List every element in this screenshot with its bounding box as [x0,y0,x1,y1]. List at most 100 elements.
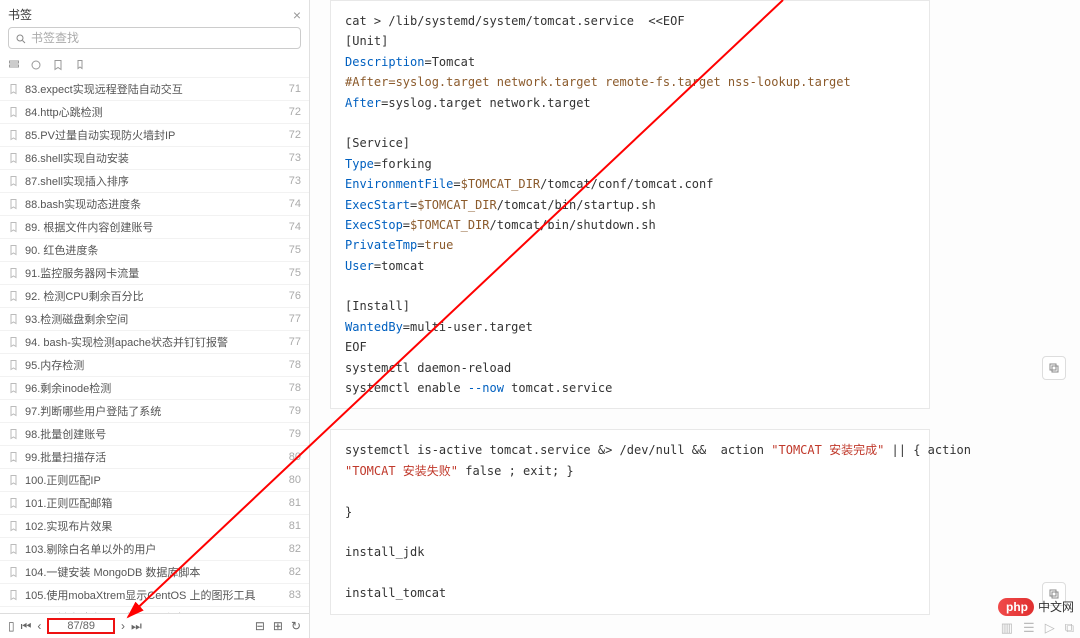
bookmark-icon [8,244,20,256]
bookmark-page: 77 [283,336,301,348]
bookmark-item[interactable]: 102.实现布片效果81 [0,514,309,537]
bookmark-item[interactable]: 94. bash-实现检测apache状态并钉钉报警 77 [0,330,309,353]
bookmark-label: 100.正则匹配IP [25,472,101,488]
bookmark-page: 71 [283,83,301,95]
bookmark-icon [8,566,20,578]
bookmark-item[interactable]: 86.shell实现自动安装73 [0,146,309,169]
bookmark-item[interactable]: 98.批量创建账号79 [0,422,309,445]
code-block-action: systemctl is-active tomcat.service &> /d… [330,429,930,614]
bookmark-label: 89. 根据文件内容创建账号 [25,219,153,235]
bookmark-icon [8,428,20,440]
bottom-icon-bar: ▥ ☰ ▷ ⧉ [312,620,1074,636]
bookmark-page: 82 [283,566,301,578]
bookmark-label: 87.shell实现插入排序 [25,173,129,189]
bookmark-item[interactable]: 83.expect实现远程登陆自动交互 71 [0,77,309,100]
thumbnail-view-icon[interactable]: ▥ [1001,620,1013,636]
bookmark-page: 79 [283,405,301,417]
next-slide-icon[interactable]: ▷ [1045,620,1055,636]
bookmark-item[interactable]: 88.bash实现动态进度条74 [0,192,309,215]
bookmark-item[interactable]: 100.正则匹配IP80 [0,468,309,491]
bookmark-item[interactable]: 99.批量扫描存活80 [0,445,309,468]
bookmark-label: 103.剔除白名单以外的用户 [25,541,156,557]
share-icon[interactable]: ⧉ [1065,620,1074,636]
bookmark-label: 85.PV过量自动实现防火墙封IP [25,127,175,143]
bookmark-icon [8,359,20,371]
search-icon [15,31,27,45]
bookmark-item[interactable]: 92. 检测CPU剩余百分比 76 [0,284,309,307]
bookmark-item[interactable]: 85.PV过量自动实现防火墙封IP 72 [0,123,309,146]
bookmark-item[interactable]: 97.判断哪些用户登陆了系统79 [0,399,309,422]
zoom-in-icon[interactable]: ⊞ [273,619,283,633]
bookmark-item[interactable]: 103.剔除白名单以外的用户82 [0,537,309,560]
bookmark-icon [8,83,20,95]
bookmark-item[interactable]: 87.shell实现插入排序 73 [0,169,309,192]
bookmark-icon [8,520,20,532]
rotate-icon[interactable]: ↻ [291,619,301,633]
bookmark-icon [8,543,20,555]
sidebar-title: 书签 [8,6,293,23]
bookmark-page: 81 [283,497,301,509]
bookmark-item[interactable]: 91.监控服务器网卡流量75 [0,261,309,284]
bookmarks-sidebar: 书签 × 83.expect实现远程登陆自动交互7184.http心跳检测728… [0,0,310,638]
bookmark-page: 77 [283,313,301,325]
bookmark-outline-icon[interactable] [52,57,64,71]
bookmark-label: 94. bash-实现检测apache状态并钉钉报警 [25,334,228,350]
next-page-icon[interactable]: › [121,619,125,633]
bookmark-label: 83.expect实现远程登陆自动交互 [25,81,183,97]
search-input[interactable] [31,31,294,45]
bookmark-item[interactable]: 84.http心跳检测 72 [0,100,309,123]
bookmark-item[interactable]: 104.一键安装 MongoDB 数据库脚本82 [0,560,309,583]
bookmark-item[interactable]: 96.剩余inode检测 78 [0,376,309,399]
bookmark-icon [8,129,20,141]
bookmark-label: 91.监控服务器网卡流量 [25,265,139,281]
bookmark-item[interactable]: 105.使用mobaXtrem显示CentOS 上的图形工具83 [0,583,309,606]
close-icon[interactable]: × [293,7,301,23]
bookmark-page: 76 [283,290,301,302]
bookmark-label: 90. 红色进度条 [25,242,98,258]
bookmark-icon [8,221,20,233]
bookmarks-list[interactable]: 83.expect实现远程登陆自动交互7184.http心跳检测7285.PV过… [0,77,309,613]
zoom-out-icon[interactable]: ⊟ [255,619,265,633]
bookmark-page: 72 [283,106,301,118]
bookmark-label: 101.正则匹配邮箱 [25,495,112,511]
bookmark-item[interactable]: 89. 根据文件内容创建账号74 [0,215,309,238]
bookmark-label: 98.批量创建账号 [25,426,106,442]
bookmark-label: 86.shell实现自动安装 [25,150,129,166]
bookmark-page: 78 [283,382,301,394]
bookmark-item[interactable]: 106.一键申请多个证书 shell 脚本83 [0,606,309,613]
page-indicator[interactable]: 87/89 [47,618,115,634]
bookmark-page: 74 [283,198,301,210]
bookmark-page: 72 [283,129,301,141]
bookmark-icon [8,497,20,509]
last-page-icon[interactable]: ⏭ [131,619,142,634]
search-box[interactable] [8,27,301,49]
collapse-all-icon[interactable] [30,57,42,71]
bookmark-label: 93.检测磁盘剩余空间 [25,311,128,327]
expand-all-icon[interactable] [8,57,20,71]
sidebar-collapse-icon[interactable]: ▯ [8,619,15,633]
prev-page-icon[interactable]: ‹ [37,619,41,633]
bookmark-label: 99.批量扫描存活 [25,449,106,465]
first-page-icon[interactable]: ⏮ [21,619,32,634]
bookmark-label: 96.剩余inode检测 [25,380,111,396]
bookmark-icon [8,106,20,118]
bookmark-item[interactable]: 90. 红色进度条75 [0,238,309,261]
copy-button[interactable] [1042,356,1066,380]
bookmark-page: 78 [283,359,301,371]
bookmark-page: 73 [283,175,301,187]
bookmark-icon [8,336,20,348]
bookmark-icon [8,451,20,463]
bookmark-icon [8,198,20,210]
bookmark-label: 92. 检测CPU剩余百分比 [25,288,144,304]
bookmark-page: 83 [283,589,301,601]
bookmark-icon [8,267,20,279]
bookmark-item[interactable]: 95.内存检测78 [0,353,309,376]
bookmark-ribbon-icon[interactable] [74,57,86,71]
bookmark-label: 84.http心跳检测 [25,104,103,120]
brand-watermark: php中文网 [998,598,1074,616]
outline-view-icon[interactable]: ☰ [1023,620,1035,636]
bookmark-item[interactable]: 93.检测磁盘剩余空间 77 [0,307,309,330]
bookmark-item[interactable]: 101.正则匹配邮箱 81 [0,491,309,514]
code-block-service: cat > /lib/systemd/system/tomcat.service… [330,0,930,409]
bookmark-icon [8,313,20,325]
